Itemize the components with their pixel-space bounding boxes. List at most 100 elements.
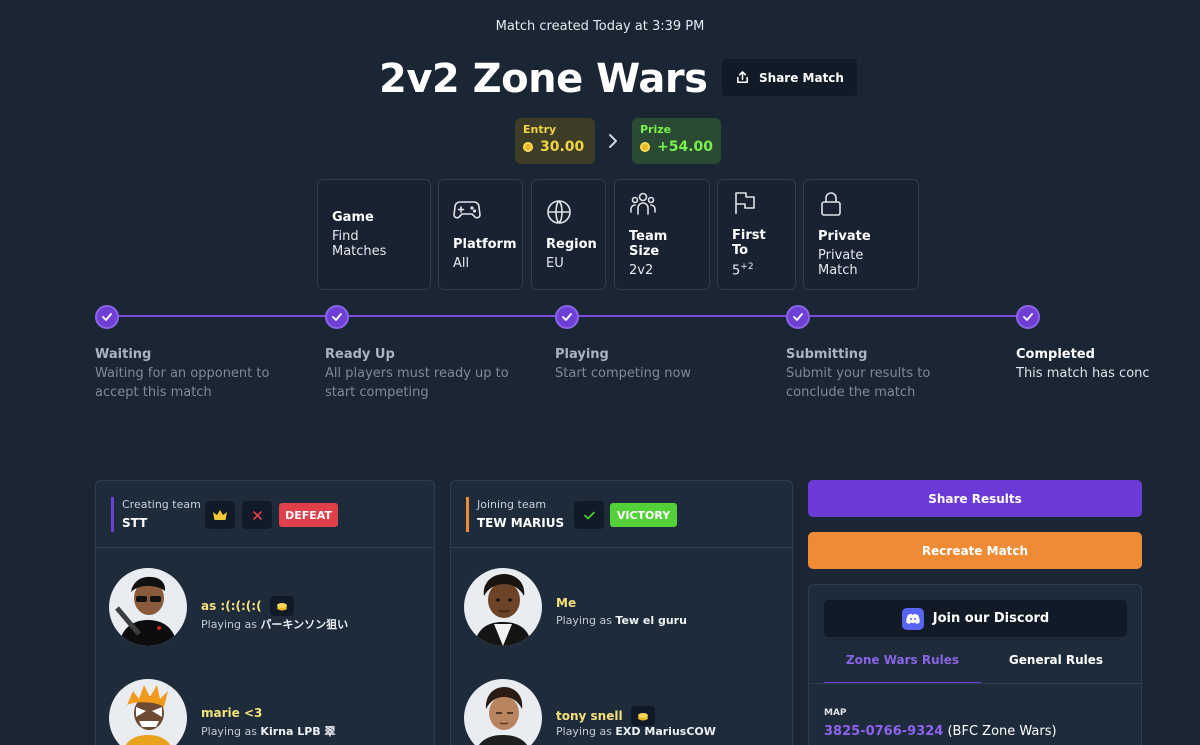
playing-as-prefix: Playing as (201, 618, 257, 631)
share-icon (737, 71, 748, 83)
info-card-private: Private Private Match (803, 179, 919, 290)
player-row[interactable]: marie <3 Playing as Kirna LPB 翠 (109, 679, 419, 745)
step-title: Submitting (786, 347, 868, 362)
globe-icon (547, 199, 571, 224)
avatar[interactable] (464, 679, 542, 745)
step-ready-up: Ready Up All players must ready up to st… (325, 345, 530, 402)
step-desc: All players must ready up to start compe… (325, 366, 509, 400)
info-card-key: Game (332, 210, 374, 225)
team-name: TEW MARIUS (477, 516, 565, 530)
share-results-button[interactable]: Share Results (808, 480, 1142, 517)
playing-as-name: Kirna LPB 翠 (260, 725, 336, 738)
join-discord-label: Join our Discord (932, 611, 1050, 626)
info-card-value: 2v2 (629, 263, 654, 278)
joining-team-panel: Joining team TEW MARIUS VICTORY Me Playi… (450, 480, 793, 745)
tab-general-rules[interactable]: General Rules (981, 653, 1131, 667)
info-card-game: Game Find Matches (317, 179, 431, 290)
player-name[interactable]: Me (556, 596, 576, 610)
playing-as-name: Tew el guru (615, 614, 687, 627)
crown-icon (205, 501, 235, 529)
step-playing: Playing Start competing now (555, 345, 760, 383)
share-match-button[interactable]: Share Match (722, 59, 857, 96)
prize-label: Prize (640, 123, 672, 136)
chevron-right-icon (609, 134, 617, 148)
step-check-icon (325, 305, 349, 329)
avatar[interactable] (109, 679, 187, 745)
team-accent-bar (466, 497, 469, 532)
step-desc: This match has conc (1016, 366, 1150, 381)
playing-as-prefix: Playing as (201, 725, 257, 738)
team-header: Joining team TEW MARIUS VICTORY (451, 481, 792, 548)
player-name[interactable]: marie <3 (201, 706, 262, 720)
defeat-badge: DEFEAT (279, 503, 338, 527)
step-title: Ready Up (325, 347, 395, 362)
team-header: Creating team STT DEFEAT (96, 481, 434, 548)
avatar[interactable] (464, 568, 542, 646)
player-row[interactable]: Me Playing as Tew el guru (464, 568, 774, 668)
info-card-value: All (453, 255, 470, 271)
step-check-icon (95, 305, 119, 329)
playing-as-name: パーキンソン狙い (260, 618, 349, 631)
map-name: (BFC Zone Wars) (947, 724, 1057, 739)
info-card-value: 5+2 (732, 262, 781, 278)
step-title: Playing (555, 347, 609, 362)
player-row[interactable]: tony snell Playing as EXD MariusCOW (464, 679, 774, 745)
flag-icon (735, 192, 755, 215)
playing-as-name: EXD MariusCOW (615, 725, 716, 738)
lock-icon (821, 192, 841, 216)
info-card-key: Region (546, 236, 597, 252)
info-card-platform: Platform All (438, 179, 523, 290)
info-card-key: Team Size (629, 229, 668, 259)
join-discord-button[interactable]: Join our Discord (824, 600, 1127, 637)
step-check-icon (555, 305, 579, 329)
map-key: MAP (824, 708, 847, 718)
avatar[interactable] (109, 568, 187, 646)
prize-value: +54.00 (656, 139, 713, 155)
team-role: Creating team (122, 498, 201, 511)
info-card-region: Region EU (531, 179, 606, 290)
playing-as-prefix: Playing as (556, 614, 612, 627)
rules-panel: Join our Discord Zone Wars Rules General… (808, 584, 1142, 745)
player-name[interactable]: as :(:(:(:( (201, 599, 262, 613)
team-accent-bar (111, 497, 114, 532)
entry-value: 30.00 (540, 139, 585, 155)
divider (809, 683, 1141, 684)
close-icon (242, 501, 272, 529)
match-created-text: Match created Today at 3:39 PM (495, 19, 705, 34)
player-name[interactable]: tony snell (556, 709, 623, 723)
info-card-value: Private Match (818, 248, 864, 278)
info-card-key: First To (732, 228, 766, 259)
first-to-sup: +2 (740, 262, 754, 273)
info-card-team-size: Team Size 2v2 (614, 179, 710, 290)
step-desc: Submit your results to conclude the matc… (786, 366, 931, 400)
player-row[interactable]: as :(:(:(:( Playing as パーキンソン狙い (109, 568, 419, 668)
step-waiting: Waiting Waiting for an opponent to accep… (95, 345, 300, 402)
discord-icon (901, 607, 924, 630)
step-check-icon (1016, 305, 1040, 329)
recreate-match-button[interactable]: Recreate Match (808, 532, 1142, 569)
info-card-key: Private (818, 229, 871, 244)
step-completed: Completed This match has conc (1016, 345, 1200, 383)
info-card-first-to: First To 5+2 (717, 179, 796, 290)
map-value: 3825-0766-9324 (BFC Zone Wars) (824, 724, 1057, 739)
gamepad-icon (453, 200, 481, 219)
step-title: Waiting (95, 347, 152, 362)
step-check-icon (786, 305, 810, 329)
creating-team-panel: Creating team STT DEFEAT as :(:(:(:( Pla… (95, 480, 435, 745)
map-code-link[interactable]: 3825-0766-9324 (824, 724, 943, 739)
coins-stack-icon (630, 706, 655, 726)
tab-zone-wars-rules[interactable]: Zone Wars Rules (824, 653, 981, 684)
coin-icon (640, 142, 650, 152)
coins-stack-icon (269, 596, 294, 616)
page-title: 2v2 Zone Wars (379, 56, 708, 102)
team-role: Joining team (477, 498, 547, 511)
step-desc: Start competing now (555, 366, 692, 381)
step-title: Completed (1016, 347, 1095, 362)
info-card-key: Platform (453, 236, 517, 252)
info-card-value: Find Matches (332, 229, 387, 259)
share-match-label: Share Match (759, 70, 844, 85)
victory-badge: VICTORY (610, 503, 677, 527)
step-submitting: Submitting Submit your results to conclu… (786, 345, 991, 402)
playing-as-prefix: Playing as (556, 725, 612, 738)
entry-label: Entry (523, 123, 557, 136)
